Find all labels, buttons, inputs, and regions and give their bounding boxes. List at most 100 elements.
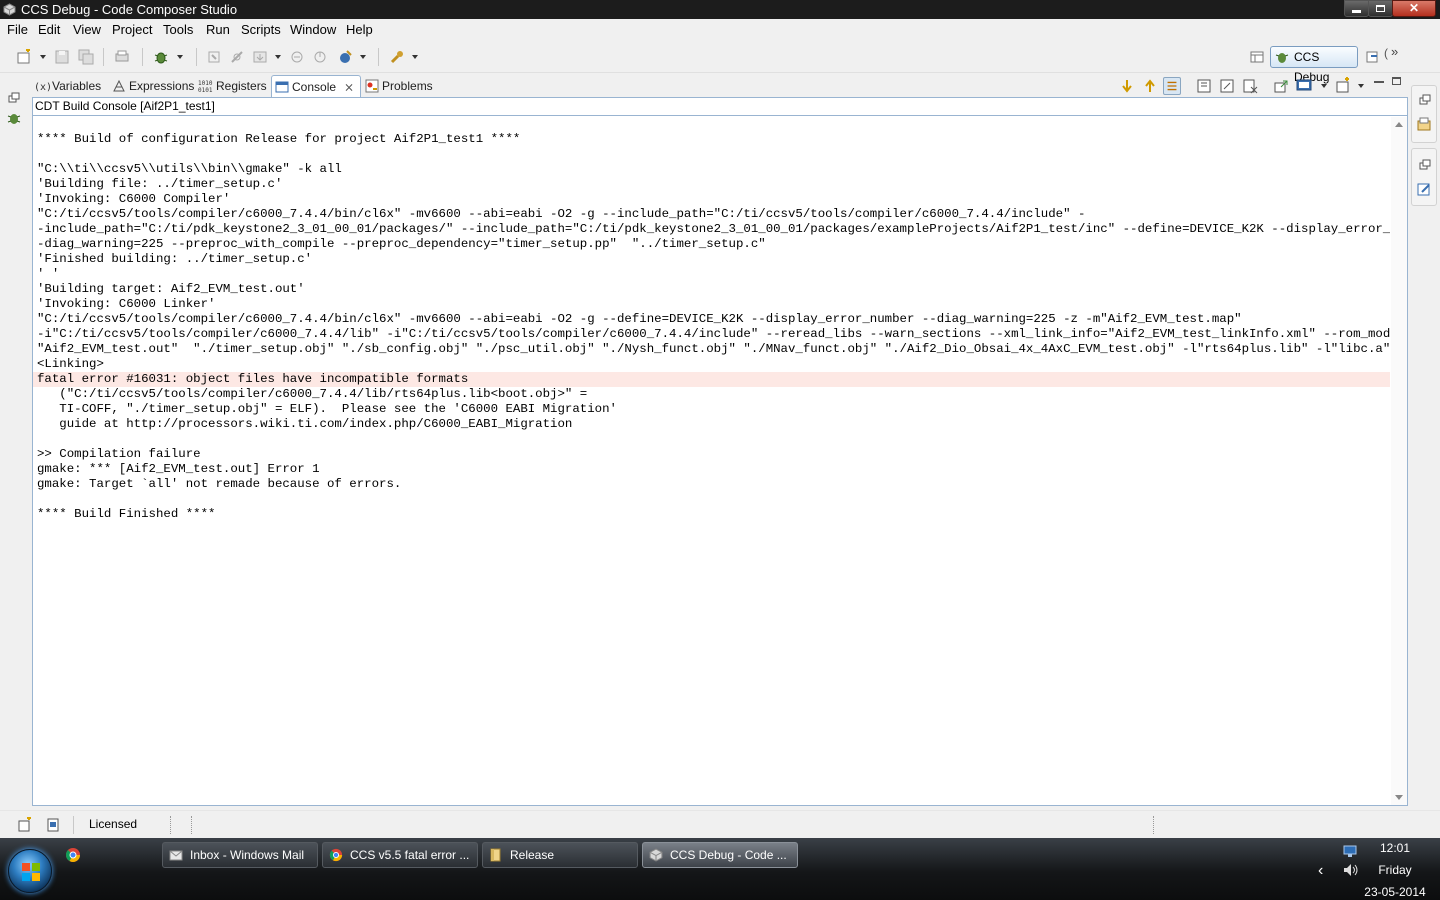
open-console-icon[interactable] — [1272, 77, 1290, 95]
chrome-quicklaunch-icon[interactable] — [65, 847, 81, 863]
menu-edit[interactable]: Edit — [38, 22, 60, 38]
display-console-dropdown[interactable] — [1321, 84, 1327, 88]
display-console-icon[interactable] — [1295, 77, 1313, 95]
status-separator — [1153, 816, 1154, 834]
debug-view-icon[interactable] — [6, 110, 22, 126]
save-all-icon[interactable] — [78, 49, 94, 65]
license-status: Licensed — [89, 817, 138, 831]
tab-expressions[interactable]: Expressions — [109, 75, 195, 97]
tab-console[interactable]: Console ⨯ — [271, 75, 361, 97]
pin-console-icon[interactable] — [1218, 77, 1236, 95]
console-output[interactable]: **** Build of configuration Release for … — [33, 117, 1390, 805]
ccs-debug-perspective-button[interactable]: CCS Debug — [1270, 46, 1358, 84]
debug-icon[interactable] — [153, 49, 169, 65]
menu-project[interactable]: Project — [112, 22, 152, 38]
debug-dropdown[interactable] — [177, 55, 183, 59]
show-console-icon[interactable] — [1163, 77, 1181, 95]
open-perspective-icon[interactable] — [1249, 49, 1265, 65]
new-dropdown[interactable] — [40, 55, 46, 59]
console-line: guide at http://processors.wiki.ti.com/i… — [37, 417, 573, 431]
restore-view-icon[interactable] — [1419, 159, 1431, 171]
new-icon[interactable] — [16, 49, 32, 65]
save-icon[interactable] — [54, 49, 70, 65]
menu-help[interactable]: Help — [346, 22, 373, 38]
console-line: <Linking> — [37, 357, 104, 371]
scroll-down-arrow-icon[interactable] — [1395, 795, 1403, 800]
perspective-partial-label: ( — [1384, 46, 1388, 60]
console-line: ("C:/ti/ccsv5/tools/compiler/c6000_7.4.4… — [37, 387, 588, 401]
disconnect-icon[interactable] — [229, 49, 245, 65]
connect-icon[interactable] — [206, 49, 222, 65]
close-icon: ✕ — [1408, 1, 1420, 15]
console-line: "C:\\ti\\ccsv5\\utils\\bin\\gmake" -k al… — [37, 162, 342, 176]
tab-registers[interactable]: 1010 0101 Registers — [196, 75, 270, 97]
console-line: gmake: Target `all' not remade because o… — [37, 477, 402, 491]
load-program-icon[interactable] — [252, 49, 268, 65]
menu-file[interactable]: File — [7, 22, 28, 38]
console-line: -diag_warning=225 --preproc_with_compile… — [37, 237, 766, 251]
taskbar-item-mail[interactable]: Inbox - Windows Mail — [162, 842, 318, 868]
close-tab-icon[interactable]: ⨯ — [344, 76, 354, 98]
scroll-lock-icon[interactable] — [1195, 77, 1213, 95]
show-hidden-icons-icon[interactable]: ‹ — [1318, 862, 1323, 880]
outline-icon[interactable] — [1416, 116, 1432, 132]
menu-run[interactable]: Run — [206, 22, 230, 38]
menu-window[interactable]: Window — [290, 22, 336, 38]
load-dropdown[interactable] — [275, 55, 281, 59]
taskbar-item-chrome[interactable]: CCS v5.5 fatal error ... — [322, 842, 478, 868]
view-tab-bar: (x)= Variables Expressions 10100101 Regi… — [32, 74, 1408, 98]
restore-view-icon[interactable] — [8, 92, 20, 104]
status-separator — [170, 816, 171, 834]
maximize-view-icon[interactable] — [1392, 77, 1401, 85]
previous-match-icon[interactable] — [1141, 77, 1159, 95]
taskbar-item-ccs[interactable]: CCS Debug - Code ... — [642, 842, 798, 868]
new-console-icon[interactable] — [1334, 77, 1352, 95]
problems-icon — [365, 79, 379, 93]
taskbar-item-folder[interactable]: Release — [482, 842, 638, 868]
license-icon[interactable] — [45, 817, 61, 833]
wrench-dropdown[interactable] — [412, 55, 418, 59]
tab-label: Expressions — [129, 79, 195, 93]
chrome-icon — [329, 848, 343, 862]
scroll-up-arrow-icon[interactable] — [1395, 122, 1403, 127]
menu-scripts[interactable]: Scripts — [241, 22, 281, 38]
network-icon[interactable] — [1342, 843, 1358, 859]
console-line: **** Build of configuration Release for … — [37, 132, 521, 146]
editor-icon[interactable] — [1416, 181, 1432, 197]
minimize-button[interactable] — [1344, 0, 1369, 17]
edit-perspective-icon[interactable] — [1365, 49, 1381, 65]
restore-view-icon[interactable] — [1419, 94, 1431, 106]
new-console-dropdown[interactable] — [1358, 84, 1364, 88]
tab-variables[interactable]: (x)= Variables — [32, 75, 108, 97]
window-title: CCS Debug - Code Composer Studio — [21, 2, 238, 17]
console-line: -i"C:/ti/ccsv5/tools/compiler/c6000_7.4.… — [37, 327, 1390, 341]
external-tools-icon[interactable] — [337, 49, 353, 65]
print-icon[interactable] — [114, 49, 130, 65]
console-vertical-scrollbar[interactable] — [1391, 117, 1407, 805]
console-line: >> Compilation failure — [37, 447, 201, 461]
clear-console-icon[interactable] — [1241, 77, 1259, 95]
menu-bar: File Edit View Project Tools Run Scripts… — [0, 19, 1440, 41]
menu-tools[interactable]: Tools — [163, 22, 193, 38]
chevron-right-icon[interactable]: » — [1391, 44, 1398, 59]
debug-perspective-icon — [1275, 53, 1289, 63]
console-header: CDT Build Console [Aif2P1_test1] — [33, 98, 1407, 116]
volume-icon[interactable] — [1342, 862, 1360, 878]
reset-icon[interactable] — [312, 49, 328, 65]
menu-view[interactable]: View — [73, 22, 101, 38]
taskbar-label: CCS v5.5 fatal error ... — [350, 848, 470, 862]
next-match-icon[interactable] — [1118, 77, 1136, 95]
close-button[interactable]: ✕ — [1392, 0, 1436, 17]
system-clock[interactable]: 12:01 Friday 23-05-2014 — [1360, 838, 1432, 900]
taskbar-label: CCS Debug - Code ... — [670, 848, 787, 862]
restore-button[interactable] — [1368, 0, 1393, 17]
tab-problems[interactable]: Problems — [362, 75, 438, 97]
start-button[interactable] — [8, 849, 52, 893]
external-tools-dropdown[interactable] — [360, 55, 366, 59]
fast-view-icon[interactable] — [17, 817, 33, 833]
step-icon[interactable] — [289, 49, 305, 65]
wrench-icon[interactable] — [389, 49, 405, 65]
minimize-view-icon[interactable] — [1374, 81, 1384, 83]
